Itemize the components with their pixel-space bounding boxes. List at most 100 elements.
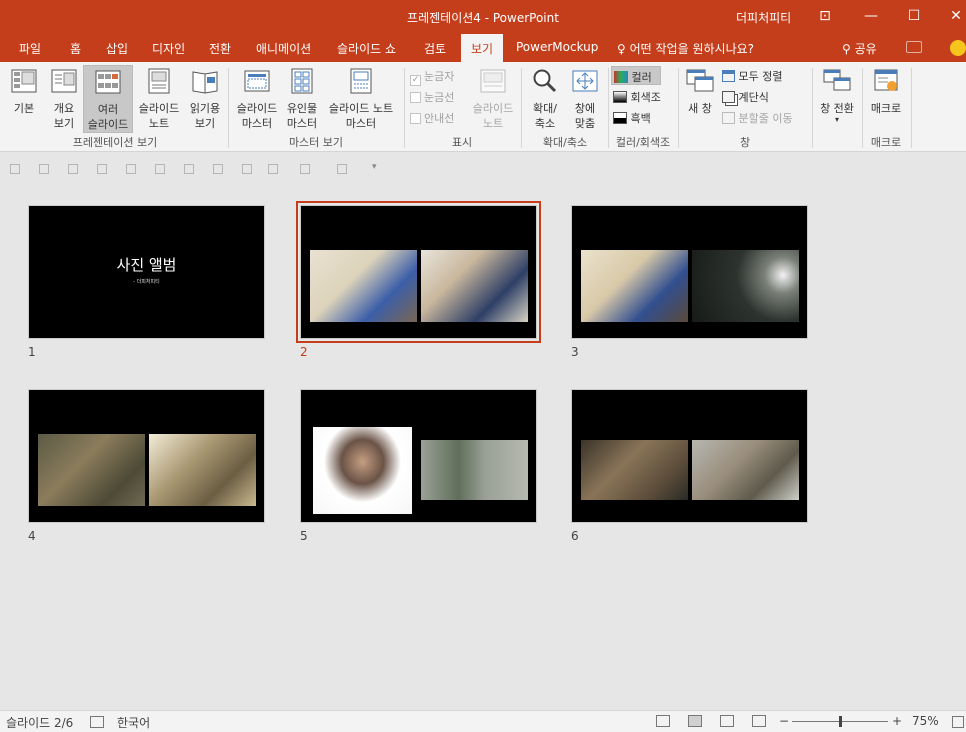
notes-page-icon <box>148 68 170 94</box>
grayscale-button[interactable]: 회색조 <box>613 89 661 105</box>
share-button[interactable]: ⚲ 공유 <box>842 40 877 57</box>
show-notes-button[interactable]: 슬라이드 노트 <box>468 68 518 130</box>
macros-icon <box>874 69 898 91</box>
slide-thumbnail[interactable]: 사진 앨범 - 더피처피티 <box>28 205 265 339</box>
zoom-slider[interactable] <box>792 716 888 727</box>
tab-home[interactable]: 홈 <box>70 40 81 57</box>
group-objects-icon[interactable] <box>337 164 347 174</box>
zoom-out-icon[interactable]: − <box>779 714 789 728</box>
magnifier-icon <box>533 69 557 93</box>
smiley-feedback-icon[interactable] <box>950 40 966 56</box>
arrange-all-button[interactable]: 모두 정렬 <box>722 68 782 84</box>
bullets-icon[interactable] <box>242 164 252 174</box>
tab-powermockup[interactable]: PowerMockup <box>516 40 598 54</box>
color-button[interactable]: 컬러 <box>611 66 661 85</box>
slide-thumbnail[interactable] <box>571 389 808 523</box>
zoom-in-icon[interactable]: + <box>892 714 902 728</box>
black-white-button[interactable]: 흑백 <box>613 110 651 126</box>
close-button[interactable]: ✕ <box>944 4 966 28</box>
slide-photo <box>38 434 145 506</box>
slide-thumbnail[interactable] <box>28 389 265 523</box>
align-center-icon[interactable] <box>39 164 49 174</box>
notes-master-button[interactable]: 슬라이드 노트 마스터 <box>322 68 400 130</box>
zoom-slider-thumb[interactable] <box>839 716 842 727</box>
ribbon-separator <box>404 68 405 148</box>
language-indicator[interactable]: 한국어 <box>117 714 150 731</box>
slide-thumbnail[interactable] <box>300 389 537 523</box>
black-white-icon <box>613 112 627 124</box>
align-left-icon[interactable] <box>10 164 20 174</box>
notes-page-view-button[interactable]: 슬라이드 노트 <box>134 68 184 130</box>
ribbon-separator <box>911 68 912 148</box>
tab-insert[interactable]: 삽입 <box>106 40 128 57</box>
minimize-button[interactable]: — <box>859 4 883 28</box>
outline-view-button[interactable]: 개요 보기 <box>46 68 82 130</box>
distribute-horizontal-icon[interactable] <box>184 164 194 174</box>
fit-window-label-1: 창에 <box>574 102 596 115</box>
tell-me-search[interactable]: ♀ 어떤 작업을 원하시나요? <box>617 40 754 57</box>
spelling-check-icon[interactable] <box>90 716 104 728</box>
slide-thumbnail[interactable] <box>571 205 808 339</box>
guides-checkbox[interactable]: 안내선 <box>410 110 454 126</box>
gridlines-checkbox[interactable]: 눈금선 <box>410 89 454 105</box>
move-split-button[interactable]: 분할줄 이동 <box>722 110 793 126</box>
slide-sorter-view-button[interactable]: 여러 슬라이드 <box>83 65 133 133</box>
shape-fill-icon[interactable] <box>300 164 310 174</box>
tab-animations[interactable]: 애니메이션 <box>256 40 311 57</box>
fit-to-window-button[interactable]: 창에 맞춤 <box>566 68 604 130</box>
macros-button[interactable]: 매크로 <box>866 68 906 130</box>
distribute-vertical-icon[interactable] <box>213 164 223 174</box>
comment-icon[interactable] <box>906 41 922 53</box>
zoom-button[interactable]: 확대/ 축소 <box>526 68 564 130</box>
slide-master-button[interactable]: 슬라이드 마스터 <box>232 68 282 130</box>
zoom-level[interactable]: 75% <box>912 714 939 728</box>
ruler-checkbox[interactable]: ✓ 눈금자 <box>410 68 454 86</box>
tab-transitions[interactable]: 전환 <box>209 40 231 57</box>
slide-title: 사진 앨범 <box>116 256 177 274</box>
tab-review[interactable]: 검토 <box>424 40 446 57</box>
slideshow-status-icon[interactable] <box>752 715 766 727</box>
align-middle-icon[interactable] <box>126 164 136 174</box>
slide-sorter-status-icon[interactable] <box>688 715 702 727</box>
move-split-label: 분할줄 이동 <box>738 112 793 125</box>
ribbon-display-options-icon[interactable]: ⊡ <box>813 4 837 28</box>
lightbulb-icon: ♀ <box>617 42 626 56</box>
slide-photo <box>421 250 528 322</box>
handout-master-label-1: 유인물 <box>286 102 318 115</box>
fit-slide-icon[interactable] <box>952 716 964 728</box>
tab-view[interactable]: 보기 <box>461 34 504 62</box>
normal-view-button[interactable]: 기본 <box>6 68 42 130</box>
title-bar: 프레젠테이션4 - PowerPoint 더피처피티 ⊡ — ☐ ✕ <box>0 0 966 34</box>
align-bottom-icon[interactable] <box>155 164 165 174</box>
new-window-label: 새 창 <box>688 102 712 115</box>
user-name[interactable]: 더피처피티 <box>736 9 791 26</box>
tab-design[interactable]: 디자인 <box>152 40 185 57</box>
slide-photo <box>310 250 417 322</box>
arrange-all-icon <box>722 70 735 82</box>
slide-photo <box>692 250 799 322</box>
tab-slideshow[interactable]: 슬라이드 쇼 <box>337 40 396 57</box>
maximize-button[interactable]: ☐ <box>902 4 926 28</box>
ribbon-separator <box>521 68 522 148</box>
ribbon-separator <box>812 68 813 148</box>
slide-number: 5 <box>300 529 308 543</box>
cascade-button[interactable]: 계단식 <box>722 89 769 105</box>
share-label: 공유 <box>854 42 877 56</box>
slide-thumbnail-selected[interactable] <box>296 201 541 343</box>
new-window-button[interactable]: 새 창 <box>682 68 718 130</box>
slide-master-icon <box>244 70 270 92</box>
handout-master-button[interactable]: 유인물 마스터 <box>284 68 320 130</box>
normal-view-status-icon[interactable] <box>656 715 670 727</box>
align-right-icon[interactable] <box>68 164 78 174</box>
reading-view-status-icon[interactable] <box>720 715 734 727</box>
show-notes-label-1: 슬라이드 <box>472 102 514 115</box>
slide-number: 4 <box>28 529 36 543</box>
checkbox-box <box>410 92 421 103</box>
align-top-icon[interactable] <box>97 164 107 174</box>
switch-windows-button[interactable]: 창 전환 ▾ <box>815 68 859 130</box>
switch-windows-label: 창 전환 <box>820 102 854 115</box>
customize-toolbar-icon[interactable]: ▾ <box>372 162 377 172</box>
reading-view-button[interactable]: 읽기용 보기 <box>185 68 225 130</box>
tab-file[interactable]: 파일 <box>19 40 41 57</box>
line-spacing-icon[interactable] <box>268 164 278 174</box>
